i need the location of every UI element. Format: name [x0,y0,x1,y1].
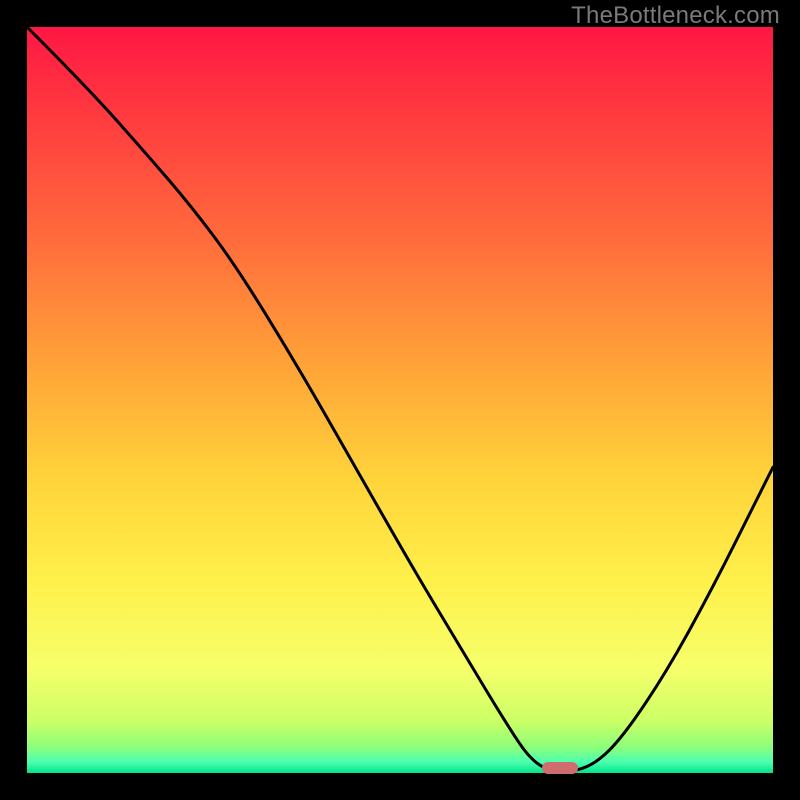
watermark-text: TheBottleneck.com [571,2,780,30]
chart-svg [27,27,773,773]
gradient-background [27,27,773,773]
chart-frame: TheBottleneck.com [0,0,800,800]
optimal-marker [542,762,578,774]
plot-area [27,27,773,773]
